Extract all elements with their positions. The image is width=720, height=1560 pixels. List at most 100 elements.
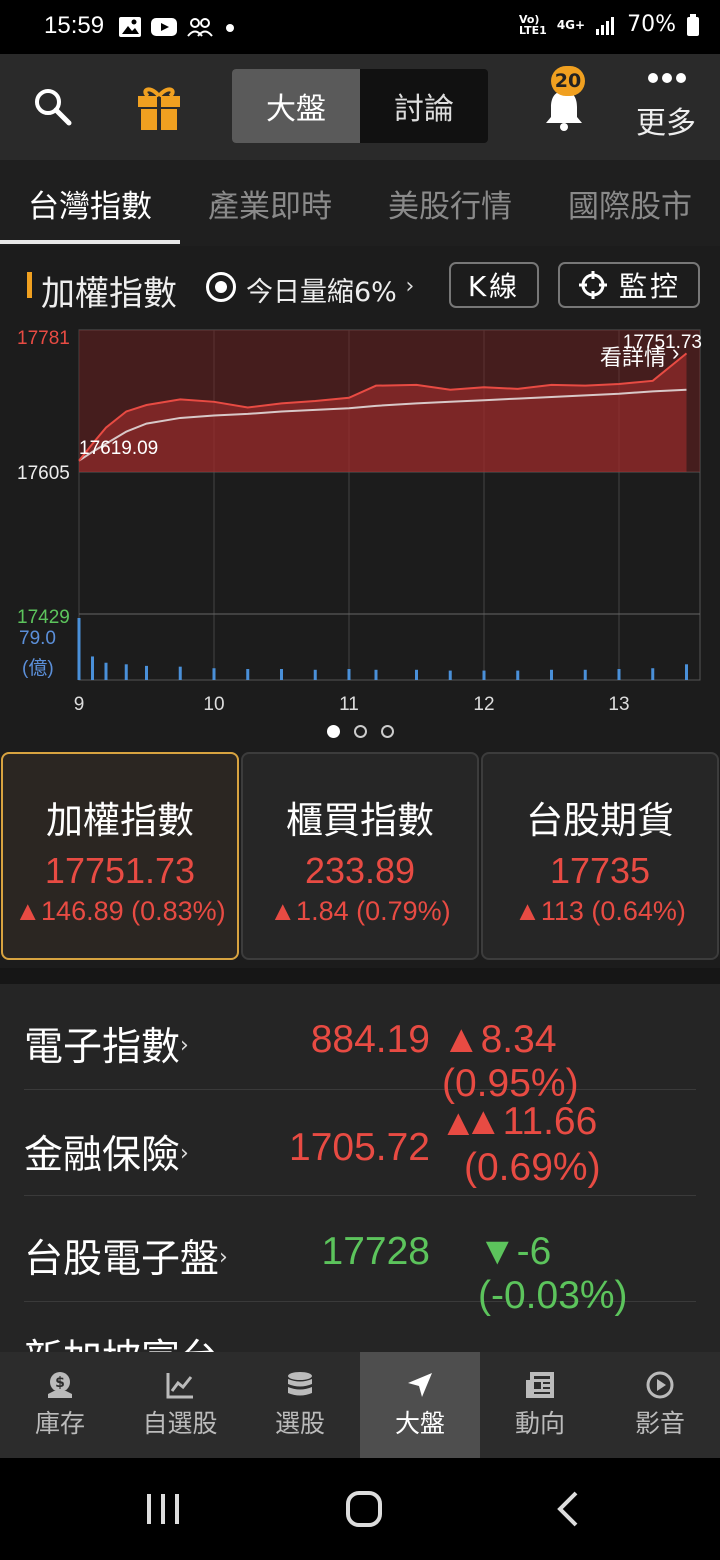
x-tick-label: 12 <box>473 694 494 715</box>
y-label-high: 17781 <box>17 328 70 349</box>
app-root: 15:59 Vo) LTE1 4G+ 70% 大盤 討論 20 更多 台灣指數 … <box>0 0 720 1560</box>
volume-bar <box>77 618 81 680</box>
x-tick-label: 13 <box>608 694 629 715</box>
list-item-value: 884.19 <box>310 1018 430 1061</box>
more-dots-icon <box>648 73 686 83</box>
list-item-value: 17728 <box>321 1230 430 1273</box>
open-price-label: 17619.09 <box>79 438 158 459</box>
volume-bar <box>178 666 182 680</box>
bottom-navigation: $ 庫存 自選股 選股 大盤 動向 影音 <box>0 1352 720 1458</box>
chevron-right-icon: › <box>672 340 679 365</box>
status-notification-icons <box>118 16 238 38</box>
back-icon[interactable] <box>552 1490 582 1528</box>
x-tick-label: 10 <box>203 694 224 715</box>
pager-dot[interactable] <box>353 724 367 738</box>
database-icon <box>288 1372 312 1396</box>
nav-watchlist[interactable]: 自選股 <box>120 1352 240 1458</box>
y-label-reference: 17605 <box>17 463 70 484</box>
list-item-tw-electronic-futures[interactable]: 台股電子盤› 17728 ▼-6 (-0.03%) <box>24 1196 696 1317</box>
network-type: 4G+ <box>556 17 586 32</box>
y-label-low: 17429 <box>17 607 70 628</box>
nav-stock-picker[interactable]: 選股 <box>240 1352 360 1458</box>
card-change: ▲146.89 (0.83%) <box>14 896 226 926</box>
list-item-sgx-taiwan[interactable]: 新加坡富台 <box>24 1302 696 1354</box>
volte-top: Vo) <box>518 12 540 26</box>
tab-us-stocks[interactable]: 美股行情 <box>360 160 540 246</box>
status-bar: 15:59 Vo) LTE1 4G+ 70% <box>0 0 720 54</box>
volume-bar <box>91 656 94 680</box>
index-header: 加權指數 今日量縮6% › K線 監控 <box>0 258 720 316</box>
pager-dot[interactable] <box>380 724 394 738</box>
volume-bar <box>313 669 317 680</box>
tab-international[interactable]: 國際股市 <box>540 160 720 246</box>
chevron-right-icon: › <box>180 1141 189 1166</box>
volume-bar <box>651 668 655 680</box>
nav-video[interactable]: 影音 <box>600 1352 720 1458</box>
search-button[interactable] <box>30 84 74 128</box>
signal-icon <box>596 16 615 35</box>
list-item-name-text: 台股電子盤 <box>24 1237 220 1282</box>
volume-bar <box>104 662 108 680</box>
more-label[interactable]: 更多 <box>636 98 696 142</box>
chart-svg: 17781176051742979.0(億)9 10 11 12 1317619.091… <box>17 328 702 715</box>
list-item-electronics[interactable]: 電子指數› 884.19 ▲8.34 (0.95%) <box>24 984 696 1105</box>
card-value: 233.89 <box>304 850 416 891</box>
tab-taiwan-index[interactable]: 台灣指數 <box>0 160 180 246</box>
segment-market[interactable]: 大盤 <box>232 69 360 143</box>
volume-bar <box>617 669 621 680</box>
intraday-chart[interactable]: 17781 17605 17429 79.0 (億) 9 10 11 12 13 17619.09 1… <box>0 318 720 718</box>
nav-inventory[interactable]: $ 庫存 <box>0 1352 120 1458</box>
sector-list: 電子指數› 884.19 ▲8.34 (0.95%) 金融保險› 1705.72… <box>0 984 720 1354</box>
chevron-right-icon: › <box>219 1245 228 1270</box>
list-item-name: 電子指數› <box>24 1016 189 1072</box>
list-item-name-text: 金融保險 <box>24 1133 181 1178</box>
list-item-finance[interactable]: 金融保險› 1705.72 ▲ ▲11.66 (0.69%) <box>24 1090 696 1196</box>
card-value: 17751.73 <box>44 850 196 891</box>
index-cards: 加權指數 17751.73 ▲146.89 (0.83%) 櫃買指數 233.8… <box>0 752 720 962</box>
volume-bar <box>347 669 351 680</box>
notification-badge: 20 <box>551 66 585 96</box>
nav-trends[interactable]: 動向 <box>480 1352 600 1458</box>
system-navigation-bar <box>0 1458 720 1560</box>
nav-label: 影音 <box>634 1409 685 1438</box>
gift-icon <box>138 87 180 130</box>
battery-percent: 70% <box>627 12 676 37</box>
tab-industry-realtime[interactable]: 產業即時 <box>180 160 360 246</box>
x-tick-label: 11 <box>339 694 359 715</box>
volume-bar <box>145 665 148 680</box>
nav-market[interactable]: 大盤 <box>360 1352 480 1458</box>
card-taiex[interactable]: 加權指數 17751.73 ▲146.89 (0.83%) <box>1 752 239 960</box>
card-change: ▲113 (0.64%) <box>514 896 686 926</box>
gift-button[interactable] <box>134 80 184 132</box>
card-futures[interactable]: 台股期貨 17735 ▲113 (0.64%) <box>481 752 719 960</box>
radio-icon[interactable] <box>206 272 236 302</box>
battery-icon <box>687 13 699 36</box>
chevron-right-icon: › <box>405 274 415 299</box>
recent-apps-icon[interactable] <box>145 1492 181 1526</box>
segment-discuss[interactable]: 討論 <box>360 69 488 143</box>
youtube-icon <box>151 18 177 36</box>
index-title: 加權指數 <box>41 274 177 314</box>
volume-bar <box>482 670 486 680</box>
volume-bar <box>212 668 216 680</box>
money-bag-icon: $ <box>48 1372 72 1398</box>
monitor-button[interactable]: 監控 <box>558 262 700 308</box>
list-item-name-text: 電子指數 <box>24 1025 181 1070</box>
card-change: ▲1.84 (0.79%) <box>269 896 451 926</box>
more-button[interactable] <box>646 70 688 86</box>
card-otc[interactable]: 櫃買指數 233.89 ▲1.84 (0.79%) <box>241 752 479 960</box>
kline-button[interactable]: K線 <box>449 262 539 308</box>
card-name: 加權指數 <box>46 799 194 842</box>
volume-bar <box>415 669 418 680</box>
pager-dot[interactable] <box>326 724 340 738</box>
card-name: 台股期貨 <box>526 799 674 842</box>
volume-note-link[interactable]: 今日量縮6% › <box>246 270 414 309</box>
status-right: Vo) LTE1 4G+ 70% <box>519 12 700 37</box>
pager-dots <box>0 720 720 742</box>
market-tabs: 台灣指數 產業即時 美股行情 國際股市 <box>0 160 720 246</box>
home-icon[interactable] <box>345 1490 383 1528</box>
app-header: 大盤 討論 20 更多 <box>0 54 720 160</box>
volume-bar <box>124 664 128 680</box>
search-icon <box>35 89 72 126</box>
list-item-name: 台股電子盤› <box>24 1228 228 1284</box>
